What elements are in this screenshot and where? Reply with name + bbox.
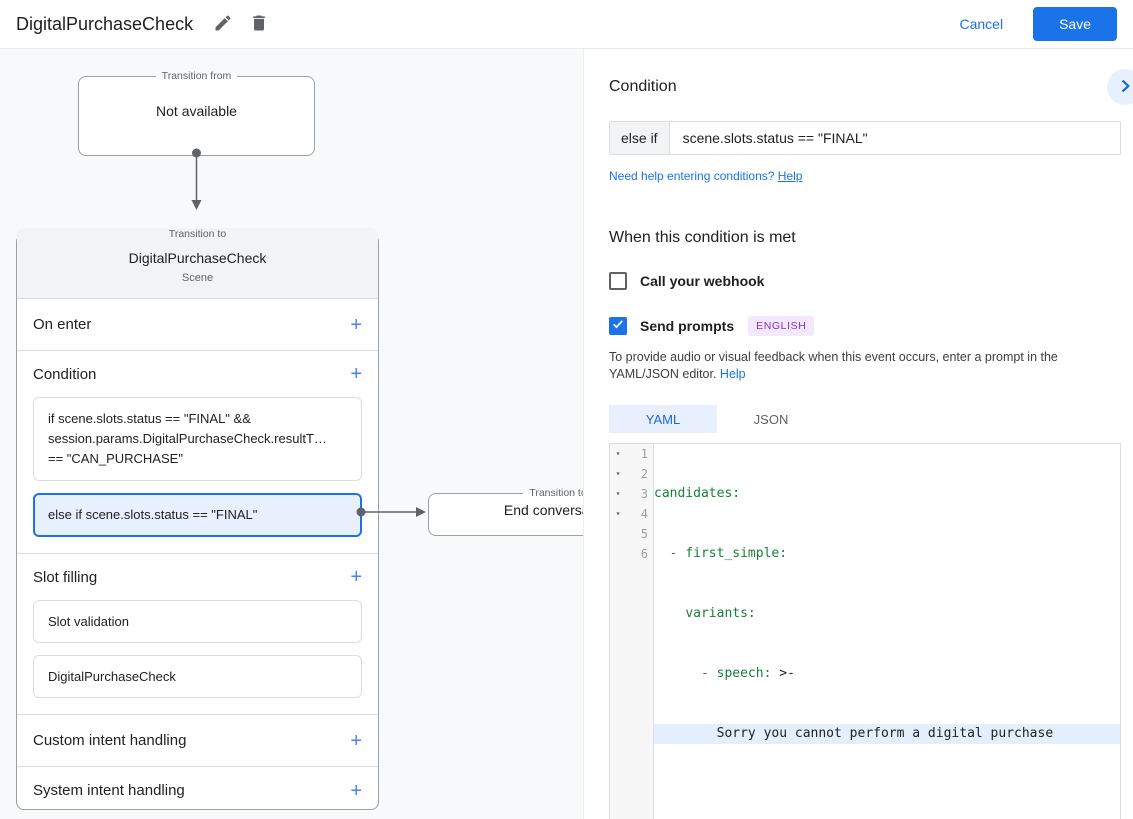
- prompts-hint-text: To provide audio or visual feedback when…: [609, 350, 1058, 381]
- page-title: DigitalPurchaseCheck: [16, 13, 194, 34]
- end-node-legend: Transition to: [529, 487, 583, 499]
- condition-section-label: Condition: [33, 365, 97, 383]
- cancel-button[interactable]: Cancel: [959, 16, 1003, 32]
- help-text: Need help entering conditions?: [609, 169, 778, 183]
- tab-json[interactable]: JSON: [717, 405, 825, 433]
- condition-1-line3: == "CAN_PURCHASE": [48, 451, 183, 466]
- send-prompts-checkbox[interactable]: [609, 317, 627, 335]
- transition-from-node[interactable]: Transition from Not available: [78, 70, 315, 156]
- code-line-1: candidates:: [654, 486, 741, 501]
- delete-scene-button[interactable]: [241, 6, 277, 42]
- line-number: 2: [640, 467, 648, 481]
- transition-to-legend: Transition to: [168, 228, 227, 240]
- webhook-checkbox[interactable]: [609, 272, 627, 290]
- system-intent-row[interactable]: System intent handling +: [17, 767, 378, 814]
- yaml-editor[interactable]: ▾ 1 ▾ 2 ▾ 3 ▾ 4 5 6 candidates: - first_simp…: [609, 443, 1121, 819]
- line-number: 6: [640, 547, 648, 561]
- add-custom-intent-button[interactable]: +: [350, 731, 362, 751]
- code-line-3: variants:: [685, 606, 756, 621]
- condition-head-row[interactable]: Condition +: [17, 351, 378, 397]
- end-conversation-node[interactable]: Transition to End conversation: [428, 487, 583, 536]
- fold-arrow-icon[interactable]: ▾: [610, 444, 626, 464]
- chevron-right-icon: [1115, 76, 1133, 99]
- slot-filling-head-row[interactable]: Slot filling +: [17, 554, 378, 600]
- tab-yaml[interactable]: YAML: [609, 405, 717, 433]
- language-badge: ENGLISH: [748, 316, 815, 336]
- condition-1-line1: if scene.slots.status == "FINAL" &&: [48, 411, 251, 426]
- editor-gutter: ▾ 1 ▾ 2 ▾ 3 ▾ 4 5 6: [610, 444, 654, 819]
- line-number: 1: [640, 447, 648, 461]
- condition-prefix-label: else if: [610, 122, 670, 154]
- fold-arrow-icon[interactable]: ▾: [610, 504, 626, 524]
- webhook-label: Call your webhook: [640, 273, 765, 289]
- condition-1-line2: session.params.DigitalPurchaseCheck.resu…: [48, 431, 327, 446]
- condition-item-1[interactable]: if scene.slots.status == "FINAL" && sess…: [33, 397, 362, 481]
- condition-expression-input[interactable]: [669, 122, 1120, 154]
- scene-type: Scene: [181, 272, 214, 284]
- add-system-intent-button[interactable]: +: [350, 781, 362, 801]
- flow-canvas: Transition from Not available Transition…: [0, 49, 583, 819]
- add-slot-button[interactable]: +: [350, 567, 362, 587]
- save-button[interactable]: Save: [1033, 7, 1117, 41]
- slot-filling-label: Slot filling: [33, 568, 98, 586]
- custom-intent-row[interactable]: Custom intent handling +: [17, 715, 378, 767]
- webhook-row: Call your webhook: [609, 272, 1133, 290]
- editor-tabs: YAML JSON: [609, 405, 1133, 433]
- prompts-hint: To provide audio or visual feedback when…: [609, 349, 1117, 383]
- condition-help-link[interactable]: Help: [778, 169, 803, 183]
- pencil-icon: [213, 13, 233, 36]
- code-line-4: - speech: >-: [654, 666, 795, 681]
- edit-scene-button[interactable]: [205, 6, 241, 42]
- scene-card: Transition to DigitalPurchaseCheck Scene…: [16, 228, 379, 810]
- send-prompts-row: Send prompts ENGLISH: [609, 316, 1133, 336]
- line-number: 5: [640, 527, 648, 541]
- system-intent-label: System intent handling: [33, 782, 185, 799]
- checkmark-icon: [611, 317, 625, 336]
- condition-help-line: Need help entering conditions? Help: [609, 169, 1133, 183]
- add-on-enter-button[interactable]: +: [350, 315, 362, 335]
- slot-validation-item[interactable]: Slot validation: [33, 600, 362, 643]
- trash-icon: [249, 13, 269, 36]
- code-area[interactable]: candidates: - first_simple: variants: - …: [654, 444, 1120, 819]
- collapse-panel-button[interactable]: [1107, 69, 1133, 105]
- condition-met-title: When this condition is met: [609, 229, 796, 246]
- scene-name: DigitalPurchaseCheck: [128, 250, 267, 266]
- condition-detail-panel: Condition else if Need help entering con…: [583, 49, 1133, 819]
- prompts-help-link[interactable]: Help: [720, 367, 746, 381]
- add-condition-button[interactable]: +: [350, 364, 362, 384]
- condition-section: Condition + if scene.slots.status == "FI…: [17, 351, 378, 554]
- transition-from-legend: Transition from: [161, 70, 232, 82]
- send-prompts-label: Send prompts: [640, 318, 735, 334]
- fold-arrow-icon[interactable]: ▾: [610, 464, 626, 484]
- transition-from-value: Not available: [156, 103, 237, 119]
- code-line-2: - first_simple:: [654, 546, 788, 561]
- condition-2-text: else if scene.slots.status == "FINAL": [48, 507, 258, 522]
- condition-item-2-selected[interactable]: else if scene.slots.status == "FINAL": [33, 493, 362, 537]
- slot-digitalpurchasecheck-item[interactable]: DigitalPurchaseCheck: [33, 655, 362, 698]
- on-enter-label: On enter: [33, 316, 92, 333]
- line-number: 4: [640, 507, 648, 521]
- on-enter-row[interactable]: On enter +: [17, 299, 378, 351]
- top-bar: DigitalPurchaseCheck Cancel Save: [0, 0, 1133, 49]
- slot-filling-section: Slot filling + Slot validation DigitalPu…: [17, 554, 378, 715]
- fold-arrow-icon[interactable]: ▾: [610, 484, 626, 504]
- panel-title: Condition: [609, 78, 677, 95]
- custom-intent-label: Custom intent handling: [33, 732, 187, 749]
- line-number: 3: [640, 487, 648, 501]
- condition-expression-row: else if: [609, 121, 1121, 155]
- end-node-value: End conversation: [503, 502, 583, 518]
- code-line-5-highlighted: Sorry you cannot perform a digital purch…: [654, 724, 1120, 744]
